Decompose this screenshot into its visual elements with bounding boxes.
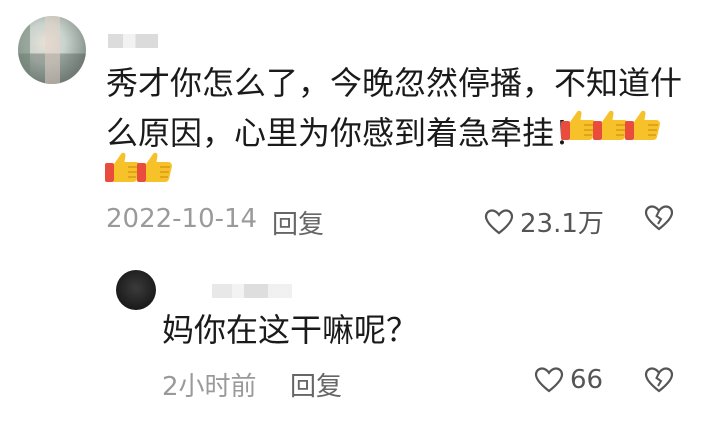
comment-like-button[interactable]: 23.1万 <box>484 203 604 240</box>
thumbs-up-emoji-group-1 <box>560 108 660 142</box>
heart-icon <box>534 367 564 393</box>
reply-time: 2小时前 <box>162 372 257 402</box>
reply-reply-button[interactable]: 回复 <box>290 366 342 403</box>
broken-heart-icon <box>644 205 674 231</box>
thumbs-up-icon <box>136 150 174 184</box>
comment-like-count: 23.1万 <box>520 209 604 239</box>
reply-like-count: 66 <box>570 365 604 395</box>
replier-username-blurred[interactable] <box>212 284 292 298</box>
reply-like-button[interactable]: 66 <box>534 365 603 395</box>
thumbs-up-emoji-group-2 <box>104 150 172 184</box>
commenter-username-blurred[interactable] <box>108 34 158 48</box>
thumbs-up-icon <box>624 108 662 142</box>
commenter-avatar[interactable] <box>18 16 86 84</box>
heart-icon <box>484 208 514 234</box>
comment-dislike-button[interactable] <box>644 204 674 236</box>
replier-avatar[interactable] <box>116 270 156 310</box>
comment-date: 2022-10-14 <box>106 204 258 234</box>
broken-heart-icon <box>644 367 674 393</box>
comment-reply-button[interactable]: 回复 <box>272 204 324 241</box>
reply-text: 妈你在这干嘛呢？ <box>162 311 419 349</box>
reply-dislike-button[interactable] <box>644 366 674 398</box>
